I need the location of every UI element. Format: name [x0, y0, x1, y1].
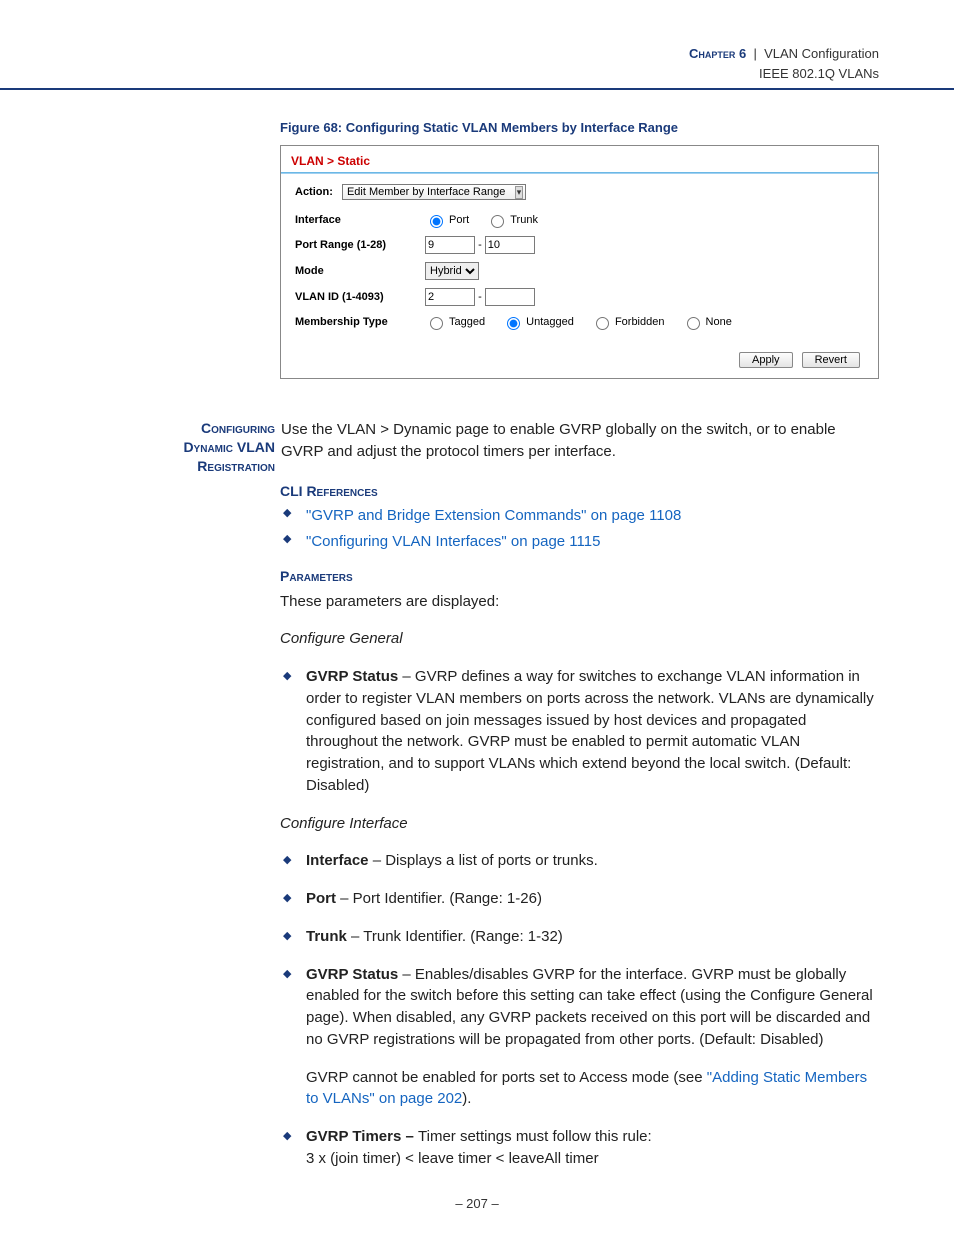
- header-sep: |: [753, 46, 756, 61]
- mode-select[interactable]: Hybrid: [425, 262, 479, 280]
- apply-button[interactable]: Apply: [739, 352, 793, 368]
- page-header: Chapter 6 | VLAN Configuration IEEE 802.…: [689, 44, 879, 83]
- mem-untagged-label: Untagged: [526, 316, 574, 328]
- mem-none-radio[interactable]: [687, 317, 700, 330]
- mode-label: Mode: [295, 265, 425, 277]
- action-label: Action:: [295, 186, 333, 198]
- port-range-sep: -: [478, 239, 482, 251]
- configure-general-list: GVRP Status – GVRP defines a way for swi…: [280, 666, 879, 797]
- mem-none-label: None: [706, 316, 732, 328]
- cli-link-1[interactable]: "GVRP and Bridge Extension Commands" on …: [306, 507, 681, 524]
- vlan-id-to-input[interactable]: [485, 288, 535, 306]
- section-title: IEEE 802.1Q VLANs: [759, 66, 879, 81]
- mem-tagged-label: Tagged: [449, 316, 485, 328]
- action-select[interactable]: Edit Member by Interface Range: [342, 184, 526, 200]
- port-range-to-input[interactable]: [485, 236, 535, 254]
- gvrp-timers-list: GVRP Timers – Timer settings must follow…: [280, 1126, 879, 1170]
- header-rule: [0, 88, 954, 90]
- cli-references-heading: CLI References: [280, 481, 879, 501]
- mem-forbidden-radio[interactable]: [596, 317, 609, 330]
- parameters-intro: These parameters are displayed:: [280, 591, 879, 613]
- interface-label: Interface: [295, 214, 425, 226]
- interface-trunk-radio[interactable]: [491, 215, 504, 228]
- list-item: "GVRP and Bridge Extension Commands" on …: [280, 505, 879, 527]
- cli-references-list: "GVRP and Bridge Extension Commands" on …: [280, 505, 879, 553]
- chapter-label: Chapter 6: [689, 46, 746, 61]
- membership-label: Membership Type: [295, 316, 425, 328]
- screenshot-panel: VLAN > Static Action: Edit Member by Int…: [280, 145, 879, 379]
- figure-caption: Figure 68: Configuring Static VLAN Membe…: [280, 120, 879, 135]
- vlan-id-sep: -: [478, 291, 482, 303]
- section-side-heading: Configuring Dynamic VLAN Registration: [130, 419, 281, 476]
- page-number: – 207 –: [0, 1196, 954, 1211]
- configure-interface-heading: Configure Interface: [280, 813, 879, 835]
- chapter-title: VLAN Configuration: [764, 46, 879, 61]
- intro-paragraph: Use the VLAN > Dynamic page to enable GV…: [280, 419, 879, 463]
- mem-untagged-radio[interactable]: [507, 317, 520, 330]
- list-item: "Configuring VLAN Interfaces" on page 11…: [280, 531, 879, 553]
- mem-tagged-radio[interactable]: [430, 317, 443, 330]
- list-item: Interface – Displays a list of ports or …: [280, 850, 879, 872]
- panel-breadcrumb: VLAN > Static: [281, 146, 878, 173]
- vlan-id-from-input[interactable]: [425, 288, 475, 306]
- mem-forbidden-label: Forbidden: [615, 316, 665, 328]
- list-item: GVRP Timers – Timer settings must follow…: [280, 1126, 879, 1170]
- list-item: GVRP Status – GVRP defines a way for swi…: [280, 666, 879, 797]
- parameters-heading: Parameters: [280, 566, 879, 586]
- vlan-id-label: VLAN ID (1-4093): [295, 291, 425, 303]
- interface-trunk-label: Trunk: [510, 214, 538, 226]
- configure-interface-list: Interface – Displays a list of ports or …: [280, 850, 879, 1050]
- interface-port-radio[interactable]: [430, 215, 443, 228]
- revert-button[interactable]: Revert: [802, 352, 860, 368]
- cli-link-2[interactable]: "Configuring VLAN Interfaces" on page 11…: [306, 533, 600, 550]
- configure-general-heading: Configure General: [280, 628, 879, 650]
- interface-port-label: Port: [449, 214, 469, 226]
- list-item: Trunk – Trunk Identifier. (Range: 1-32): [280, 926, 879, 948]
- gvrp-access-note: GVRP cannot be enabled for ports set to …: [280, 1067, 879, 1111]
- list-item: Port – Port Identifier. (Range: 1-26): [280, 888, 879, 910]
- list-item: GVRP Status – Enables/disables GVRP for …: [280, 964, 879, 1051]
- port-range-label: Port Range (1-28): [295, 239, 425, 251]
- port-range-from-input[interactable]: [425, 236, 475, 254]
